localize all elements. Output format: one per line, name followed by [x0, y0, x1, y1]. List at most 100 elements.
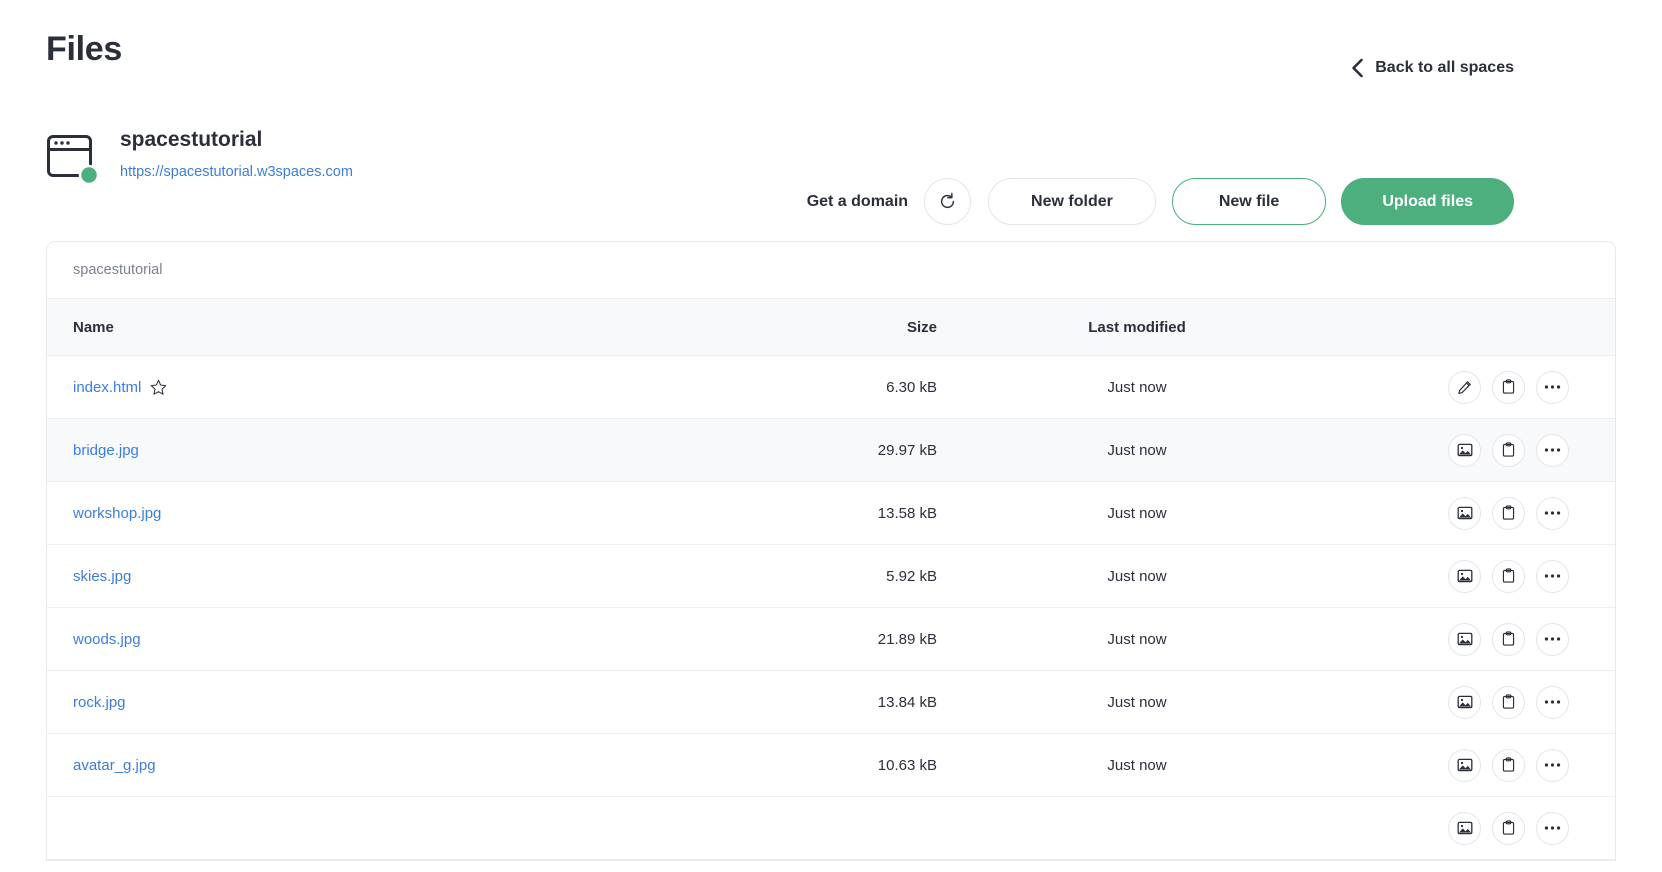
more-horizontal-icon — [1544, 447, 1561, 453]
cell-name: woods.jpg — [47, 631, 687, 648]
copy-link-button[interactable] — [1492, 370, 1525, 404]
clipboard-icon — [1501, 505, 1516, 521]
upload-files-button[interactable]: Upload files — [1341, 178, 1514, 225]
file-name-link[interactable]: bridge.jpg — [73, 442, 139, 459]
cell-actions — [1337, 811, 1615, 845]
cell-size: 13.84 kB — [877, 693, 937, 711]
cell-size: 6.30 kB — [886, 378, 937, 396]
table-row[interactable]: woods.jpg 21.89 kB Just now — [47, 608, 1615, 671]
clipboard-icon — [1501, 820, 1516, 836]
more-options-button[interactable] — [1536, 622, 1569, 656]
cell-size: 13.58 kB — [877, 504, 937, 522]
table-row[interactable]: skies.jpg 5.92 kB Just now — [47, 545, 1615, 608]
pencil-icon — [1457, 380, 1472, 395]
file-name-link[interactable]: index.html — [73, 379, 141, 396]
more-horizontal-icon — [1544, 699, 1561, 705]
copy-link-button[interactable] — [1492, 685, 1525, 719]
more-horizontal-icon — [1544, 825, 1561, 831]
cell-name: rock.jpg — [47, 694, 687, 711]
new-folder-button[interactable]: New folder — [988, 178, 1156, 225]
table-row[interactable]: index.html 6.30 kB Just now — [47, 356, 1615, 419]
clipboard-icon — [1501, 568, 1516, 584]
cell-actions — [1337, 685, 1615, 719]
edit-file-button[interactable] — [1448, 370, 1481, 404]
cell-actions — [1337, 370, 1615, 404]
browser-window-icon — [46, 130, 98, 186]
preview-image-button[interactable] — [1448, 433, 1481, 467]
files-table-card: spacestutorial Name Size Last modified i… — [46, 241, 1616, 861]
copy-link-button[interactable] — [1492, 496, 1525, 530]
preview-image-button[interactable] — [1448, 622, 1481, 656]
image-icon — [1457, 694, 1473, 710]
cell-actions — [1337, 433, 1615, 467]
clipboard-icon — [1501, 757, 1516, 773]
clipboard-icon — [1501, 694, 1516, 710]
cell-actions — [1337, 748, 1615, 782]
cell-actions — [1337, 559, 1615, 593]
new-file-button[interactable]: New file — [1171, 178, 1327, 225]
more-horizontal-icon — [1544, 384, 1561, 390]
refresh-button[interactable] — [924, 178, 972, 225]
table-row[interactable]: workshop.jpg 13.58 kB Just now — [47, 482, 1615, 545]
cell-name: index.html — [47, 379, 687, 396]
preview-image-button[interactable] — [1448, 748, 1481, 782]
copy-link-button[interactable] — [1492, 811, 1525, 845]
page-title: Files — [46, 30, 122, 68]
preview-image-button[interactable] — [1448, 811, 1481, 845]
preview-image-button[interactable] — [1448, 496, 1481, 530]
get-a-domain-link[interactable]: Get a domain — [807, 193, 908, 211]
cell-last-modified: Just now — [1107, 756, 1167, 774]
column-header-modified[interactable]: Last modified — [937, 319, 1337, 336]
files-table-body: index.html 6.30 kB Just now bridge.jpg 29.97… — [47, 356, 1615, 860]
more-horizontal-icon — [1544, 573, 1561, 579]
files-page: Files Back to all spaces spacestutorial … — [0, 0, 1662, 872]
space-actions-toolbar: Get a domain New folder New file Upload … — [807, 178, 1514, 225]
more-options-button[interactable] — [1536, 433, 1569, 467]
more-options-button[interactable] — [1536, 811, 1569, 845]
file-name-link[interactable]: skies.jpg — [73, 568, 131, 585]
preview-image-button[interactable] — [1448, 559, 1481, 593]
breadcrumb[interactable]: spacestutorial — [47, 242, 1615, 299]
cell-name: skies.jpg — [47, 568, 687, 585]
preview-image-button[interactable] — [1448, 685, 1481, 719]
image-icon — [1457, 757, 1473, 773]
more-options-button[interactable] — [1536, 559, 1569, 593]
column-header-size[interactable]: Size — [687, 319, 937, 336]
space-url-link[interactable]: https://spacestutorial.w3spaces.com — [120, 164, 353, 180]
back-to-all-spaces-label: Back to all spaces — [1375, 59, 1514, 76]
cell-name: bridge.jpg — [47, 442, 687, 459]
image-icon — [1457, 820, 1473, 836]
column-header-name[interactable]: Name — [47, 319, 687, 336]
cell-last-modified: Just now — [1107, 567, 1167, 585]
cell-last-modified: Just now — [1107, 693, 1167, 711]
file-name-link[interactable]: rock.jpg — [73, 694, 126, 711]
table-row[interactable]: rock.jpg 13.84 kB Just now — [47, 671, 1615, 734]
more-options-button[interactable] — [1536, 370, 1569, 404]
clipboard-icon — [1501, 442, 1516, 458]
file-name-link[interactable]: avatar_g.jpg — [73, 757, 156, 774]
more-horizontal-icon — [1544, 762, 1561, 768]
copy-link-button[interactable] — [1492, 622, 1525, 656]
copy-link-button[interactable] — [1492, 433, 1525, 467]
chevron-left-icon — [1351, 58, 1364, 78]
cell-actions — [1337, 496, 1615, 530]
more-options-button[interactable] — [1536, 496, 1569, 530]
clipboard-icon — [1501, 631, 1516, 647]
file-name-link[interactable]: workshop.jpg — [73, 505, 161, 522]
more-options-button[interactable] — [1536, 685, 1569, 719]
table-row[interactable]: bridge.jpg 29.97 kB Just now — [47, 419, 1615, 482]
cell-size: 5.92 kB — [886, 567, 937, 585]
more-horizontal-icon — [1544, 510, 1561, 516]
table-row[interactable]: avatar_g.jpg 10.63 kB Just now — [47, 734, 1615, 797]
table-row[interactable] — [47, 797, 1615, 860]
file-name-link[interactable]: woods.jpg — [73, 631, 141, 648]
cell-last-modified: Just now — [1107, 504, 1167, 522]
cell-actions — [1337, 622, 1615, 656]
copy-link-button[interactable] — [1492, 559, 1525, 593]
space-name: spacestutorial — [120, 128, 263, 151]
back-to-all-spaces-button[interactable]: Back to all spaces — [1351, 58, 1514, 78]
more-options-button[interactable] — [1536, 748, 1569, 782]
copy-link-button[interactable] — [1492, 748, 1525, 782]
table-header-row: Name Size Last modified — [47, 299, 1615, 356]
star-icon[interactable] — [150, 379, 167, 396]
